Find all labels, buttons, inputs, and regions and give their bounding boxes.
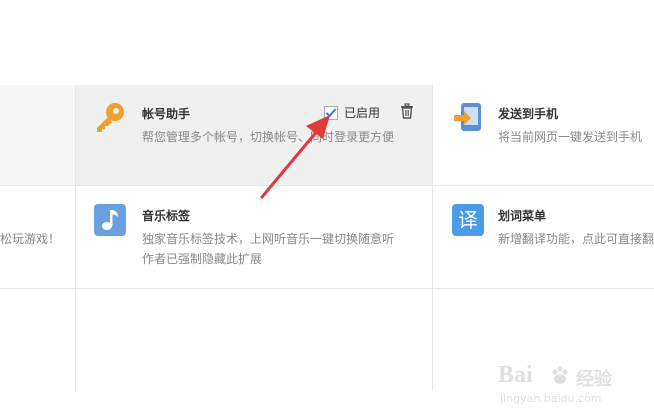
trash-icon[interactable] <box>399 103 415 119</box>
send-to-phone-icon <box>454 103 481 131</box>
extension-title: 音乐标签 <box>142 209 191 223</box>
extension-card-account-assistant[interactable]: 帐号助手 帮您管理多个帐号，切换帐号、同时登录更方便 已启用 <box>76 85 432 185</box>
extension-card-partial[interactable] <box>0 85 75 185</box>
extension-description: 帮您管理多个帐号，切换帐号、同时登录更方便 <box>142 130 395 144</box>
baidu-jingyan-watermark: Bai 经验 jingyan.baidu.com <box>498 360 648 410</box>
extension-description: 将当前网页一键发送到手机 <box>498 130 643 144</box>
extension-description: 松玩游戏！ <box>0 232 61 246</box>
watermark-brand: Bai <box>498 362 533 388</box>
extension-card-word-menu[interactable]: 译 划词菜单 新增翻译功能，点此可直接翻 <box>433 186 654 288</box>
music-note-icon <box>94 204 126 236</box>
translate-icon: 译 <box>452 204 484 236</box>
extension-description: 独家音乐标签技术，上网听音乐一键切换随意听 <box>142 232 395 246</box>
paw-icon <box>552 366 568 384</box>
extension-title: 发送到手机 <box>498 107 559 121</box>
enabled-toggle[interactable]: 已启用 <box>324 104 380 121</box>
key-icon <box>97 103 124 132</box>
extension-card-empty <box>0 289 75 390</box>
extension-description: 新增翻译功能，点此可直接翻 <box>498 232 654 246</box>
extension-title: 划词菜单 <box>498 209 547 223</box>
enabled-label: 已启用 <box>344 106 381 120</box>
enabled-checkbox[interactable] <box>324 105 338 120</box>
extension-card-music-tag[interactable]: 音乐标签 独家音乐标签技术，上网听音乐一键切换随意听 作者已强制隐藏此扩展 <box>76 186 432 288</box>
extensions-grid: 帐号助手 帮您管理多个帐号，切换帐号、同时登录更方便 已启用 发送到手机 将当前… <box>0 85 654 390</box>
watermark-brand-cn: 经验 <box>576 369 612 390</box>
extension-card-send-to-phone[interactable]: 发送到手机 将当前网页一键发送到手机 <box>433 85 654 185</box>
extension-card-empty <box>76 289 432 390</box>
watermark-url: jingyan.baidu.com <box>500 392 602 405</box>
checkmark-icon <box>325 107 337 117</box>
extension-hidden-note: 作者已强制隐藏此扩展 <box>142 252 263 266</box>
extension-title: 帐号助手 <box>142 107 191 121</box>
extension-card-partial[interactable]: 松玩游戏！ <box>0 186 75 288</box>
